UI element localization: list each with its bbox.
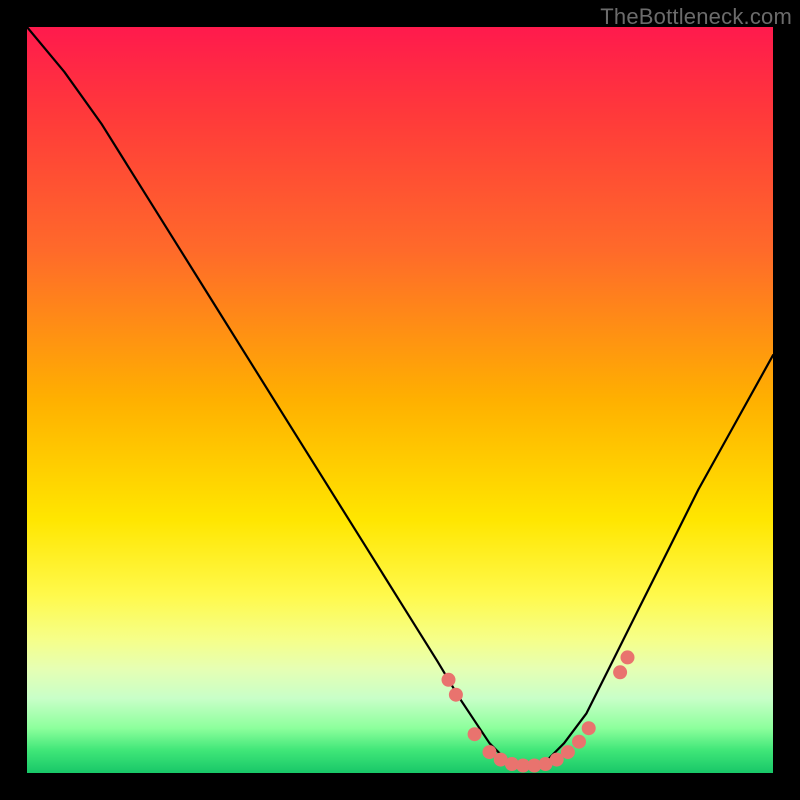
chart-svg bbox=[27, 27, 773, 773]
curve-marker bbox=[621, 650, 635, 664]
curve-marker bbox=[561, 745, 575, 759]
chart-frame: TheBottleneck.com bbox=[0, 0, 800, 800]
curve-marker bbox=[582, 721, 596, 735]
curve-marker bbox=[613, 665, 627, 679]
curve-marker bbox=[449, 688, 463, 702]
curve-marker bbox=[468, 727, 482, 741]
curve-markers bbox=[442, 650, 635, 772]
curve-marker bbox=[442, 673, 456, 687]
bottleneck-curve bbox=[27, 27, 773, 766]
plot-area bbox=[27, 27, 773, 773]
curve-marker bbox=[572, 735, 586, 749]
